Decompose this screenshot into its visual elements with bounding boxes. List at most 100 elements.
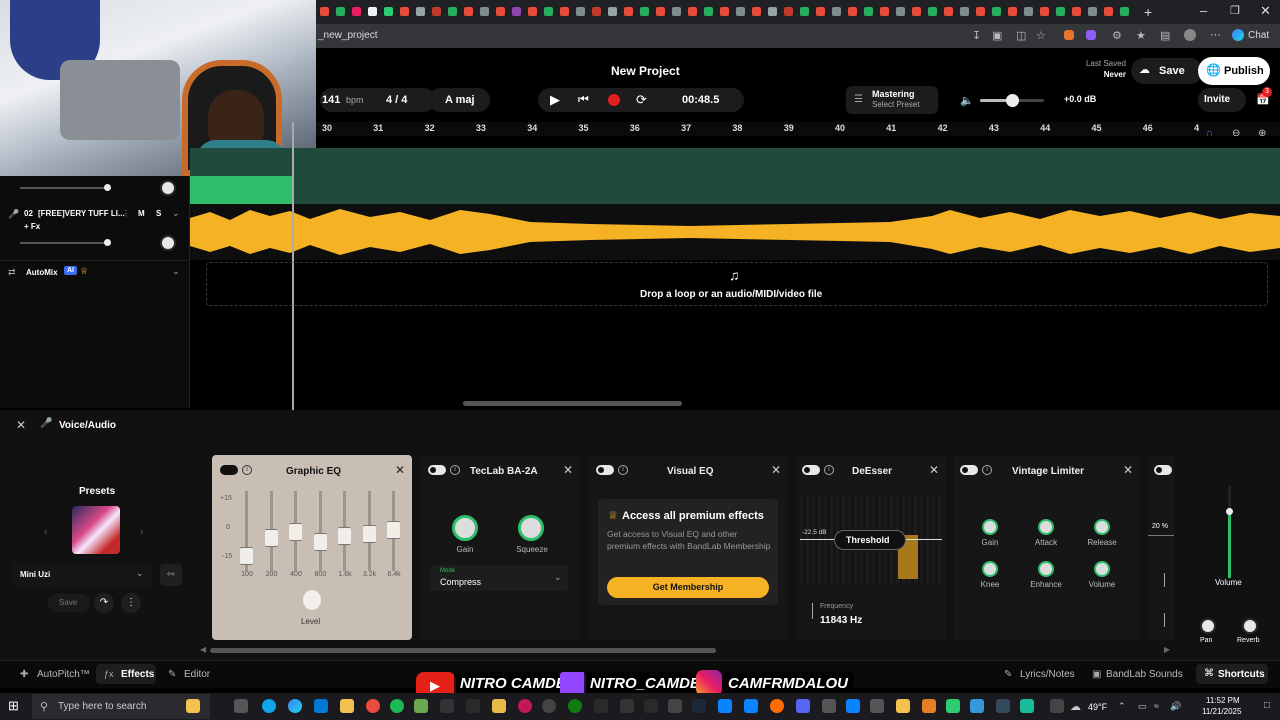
close-icon[interactable]: ✕ bbox=[563, 463, 573, 477]
tab-icon[interactable] bbox=[864, 7, 873, 16]
tab-icon[interactable] bbox=[1072, 7, 1081, 16]
tab-icon[interactable] bbox=[832, 7, 841, 16]
extension-icon[interactable]: ▣ bbox=[992, 29, 1002, 42]
release-knob[interactable] bbox=[1094, 519, 1110, 535]
scroll-left-icon[interactable]: ◀ bbox=[200, 645, 206, 654]
slider-track[interactable] bbox=[1164, 613, 1165, 627]
app-icon[interactable] bbox=[822, 699, 836, 713]
track-1-pan-knob[interactable] bbox=[160, 180, 176, 196]
eq-fader-knob[interactable] bbox=[387, 521, 400, 539]
slider-track[interactable] bbox=[1164, 573, 1165, 587]
eq-band-fader[interactable] bbox=[264, 491, 278, 571]
timeline-ruler[interactable]: 30 31 32 33 34 35 36 37 38 39 40 41 42 43 44 45 46 4 bbox=[316, 122, 1280, 136]
spotify-icon[interactable] bbox=[390, 699, 404, 713]
app-icon[interactable] bbox=[846, 699, 860, 713]
app-icon[interactable] bbox=[744, 699, 758, 713]
tab-icon[interactable] bbox=[656, 7, 665, 16]
slider-knob[interactable] bbox=[104, 184, 111, 191]
fader-knob[interactable] bbox=[1226, 508, 1233, 515]
search-box[interactable]: ⚲ Type here to search bbox=[32, 694, 210, 719]
chevron-left-icon[interactable]: ‹ bbox=[44, 526, 48, 538]
power-toggle[interactable] bbox=[220, 465, 238, 475]
eq-fader-knob[interactable] bbox=[240, 547, 253, 565]
tab-icon[interactable] bbox=[368, 7, 377, 16]
outlook-icon[interactable] bbox=[314, 699, 328, 713]
preset-select[interactable]: Mini Uzi ⌄ bbox=[12, 564, 152, 586]
tab-icon[interactable] bbox=[896, 7, 905, 16]
key-selector[interactable]: A maj bbox=[428, 88, 490, 112]
app-icon[interactable] bbox=[542, 699, 556, 713]
app-icon[interactable] bbox=[644, 699, 658, 713]
speaker-icon[interactable]: 🔊 bbox=[1170, 701, 1181, 712]
copilot-icon[interactable] bbox=[186, 699, 200, 713]
more-icon[interactable]: ⋯ bbox=[1210, 28, 1221, 41]
tab-icon[interactable] bbox=[448, 7, 457, 16]
split-view-icon[interactable]: ◫ bbox=[1016, 29, 1026, 42]
reverb-knob[interactable] bbox=[1242, 618, 1258, 634]
publish-button[interactable]: 🌐 Publish bbox=[1198, 57, 1270, 85]
tab-icon[interactable] bbox=[880, 7, 889, 16]
tab-icon[interactable] bbox=[736, 7, 745, 16]
chevron-right-icon[interactable]: › bbox=[140, 526, 144, 538]
eq-fader-knob[interactable] bbox=[313, 533, 327, 551]
audio-region[interactable] bbox=[190, 176, 292, 204]
tab-icon[interactable] bbox=[528, 7, 537, 16]
tab-icon[interactable] bbox=[352, 7, 361, 16]
tab-icon[interactable] bbox=[496, 7, 505, 16]
task-view-icon[interactable] bbox=[234, 699, 248, 713]
tab-icon[interactable] bbox=[1120, 7, 1129, 16]
app-icon[interactable] bbox=[492, 699, 506, 713]
app-icon[interactable] bbox=[466, 699, 480, 713]
app-icon[interactable] bbox=[870, 699, 884, 713]
tab-icon[interactable] bbox=[800, 7, 809, 16]
tab-icon[interactable] bbox=[720, 7, 729, 16]
app-icon[interactable] bbox=[770, 699, 784, 713]
sounds-button[interactable]: BandLab Sounds bbox=[1106, 669, 1183, 680]
get-membership-button[interactable]: Get Membership bbox=[607, 577, 769, 598]
tab-icon[interactable] bbox=[464, 7, 473, 16]
settings-icon[interactable]: ⚙ bbox=[1112, 29, 1122, 42]
editor-tab[interactable]: Editor bbox=[184, 669, 210, 680]
solo-button[interactable]: S bbox=[156, 209, 161, 218]
new-tab-button[interactable]: + bbox=[1144, 4, 1162, 20]
chat-button[interactable]: Chat bbox=[1248, 30, 1269, 41]
pan-knob[interactable] bbox=[1200, 618, 1216, 634]
tab-icon[interactable] bbox=[1104, 7, 1113, 16]
squeeze-knob[interactable] bbox=[518, 515, 544, 541]
weather-temp[interactable]: 49°F bbox=[1088, 702, 1107, 712]
zoom-in-icon[interactable]: ⊕ bbox=[1258, 128, 1266, 139]
close-icon[interactable]: ✕ bbox=[1260, 3, 1271, 19]
master-volume-fader[interactable] bbox=[1226, 486, 1233, 578]
track-2-volume-slider[interactable] bbox=[20, 239, 111, 246]
info-icon[interactable]: i bbox=[824, 465, 834, 475]
frequency-value[interactable]: 11843 Hz bbox=[820, 615, 862, 626]
tab-icon[interactable] bbox=[624, 7, 633, 16]
chevron-up-icon[interactable]: ⌃ bbox=[1118, 701, 1126, 712]
app-icon[interactable] bbox=[946, 699, 960, 713]
copilot-app-icon[interactable] bbox=[288, 699, 302, 713]
power-toggle[interactable] bbox=[802, 465, 820, 475]
tab-icon[interactable] bbox=[416, 7, 425, 16]
project-title[interactable]: New Project bbox=[611, 64, 680, 78]
shortcuts-button[interactable]: ⌘ Shortcuts bbox=[1196, 664, 1268, 684]
record-icon[interactable] bbox=[608, 94, 620, 106]
invite-button[interactable]: Invite bbox=[1198, 88, 1246, 112]
power-toggle[interactable] bbox=[960, 465, 978, 475]
favorites-icon[interactable]: ★ bbox=[1136, 29, 1146, 42]
minimize-icon[interactable]: – bbox=[1200, 3, 1207, 18]
eq-fader-knob[interactable] bbox=[264, 529, 278, 547]
tab-icon[interactable] bbox=[592, 7, 601, 16]
play-icon[interactable]: ▶ bbox=[550, 92, 560, 108]
app-icon[interactable] bbox=[896, 699, 910, 713]
close-icon[interactable]: ✕ bbox=[771, 463, 781, 477]
enhance-knob[interactable] bbox=[1038, 561, 1054, 577]
tab-icon[interactable] bbox=[848, 7, 857, 16]
zoom-out-icon[interactable]: ⊖ bbox=[1232, 128, 1240, 139]
app-icon[interactable] bbox=[1020, 699, 1034, 713]
eq-band-fader[interactable] bbox=[240, 491, 253, 571]
info-icon[interactable]: i bbox=[242, 465, 252, 475]
app-icon[interactable] bbox=[594, 699, 608, 713]
gain-knob[interactable] bbox=[452, 515, 478, 541]
mute-button[interactable]: M bbox=[138, 209, 145, 218]
tab-icon[interactable] bbox=[560, 7, 569, 16]
